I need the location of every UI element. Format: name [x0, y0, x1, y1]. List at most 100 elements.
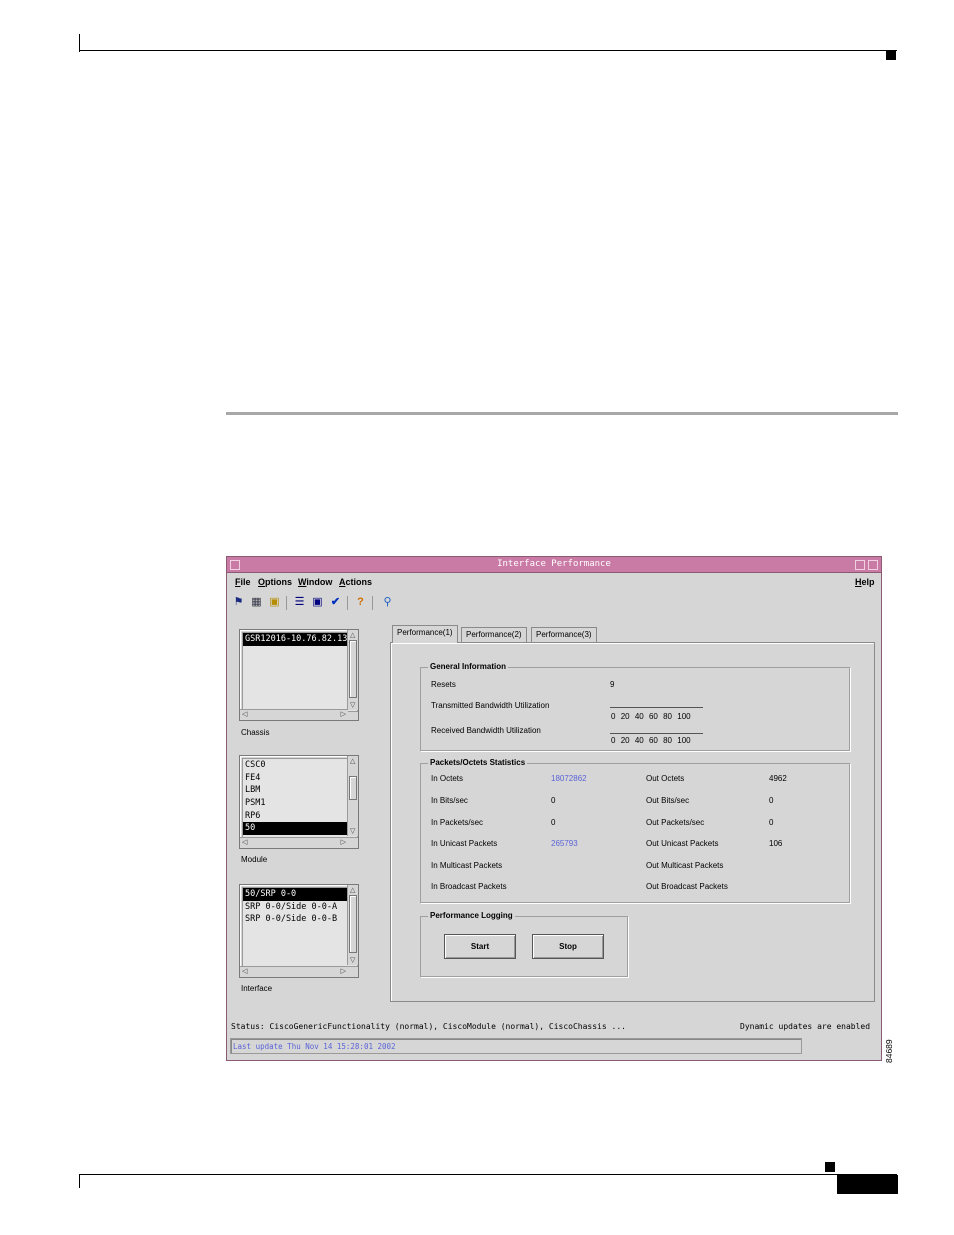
scroll-left-icon[interactable]: ◁ — [242, 710, 247, 718]
tick-label: 80 — [663, 712, 673, 721]
list-item[interactable]: PSM1 — [243, 797, 357, 810]
module-horizontal-scrollbar[interactable]: ◁ ▷ — [240, 837, 348, 848]
list-item[interactable]: FE4 — [243, 772, 357, 785]
footer-marker — [825, 1162, 835, 1172]
scroll-thumb[interactable] — [349, 776, 357, 800]
tick-label: 80 — [663, 736, 673, 745]
interface-horizontal-scrollbar[interactable]: ◁ ▷ — [240, 966, 348, 977]
tick-label: 100 — [677, 712, 691, 721]
scroll-down-icon[interactable]: ▽ — [350, 956, 355, 964]
menu-actions[interactable]: Actions — [339, 577, 372, 587]
resets-label: Resets — [431, 680, 456, 689]
received-bandwidth-label: Received Bandwidth Utilization — [431, 726, 541, 735]
help-icon[interactable]: ? — [353, 595, 368, 610]
transmitted-bandwidth-bar — [610, 707, 703, 708]
module-vertical-scrollbar[interactable]: △ ▽ — [347, 756, 358, 836]
list-item[interactable]: SRP 0-0/Side 0-0-A — [243, 901, 357, 914]
menu-bar: File Options Window Actions Help — [227, 574, 881, 591]
list-item[interactable]: GSR12016-10.76.82.138 — [243, 633, 352, 646]
in-bits-label: In Bits/sec — [431, 796, 468, 805]
scroll-up-icon[interactable]: △ — [350, 757, 355, 765]
received-scale: 0 20 40 60 80 100 — [611, 736, 691, 745]
in-packets-label: In Packets/sec — [431, 818, 484, 827]
in-broadcast-label: In Broadcast Packets — [431, 882, 507, 891]
tick-label: 100 — [677, 736, 691, 745]
list-item[interactable]: 50 — [243, 822, 347, 836]
dynamic-updates-text: Dynamic updates are enabled — [740, 1022, 871, 1031]
resets-value: 9 — [610, 680, 615, 689]
tab-performance-3[interactable]: Performance(3) — [531, 627, 597, 642]
performance-logging-title: Performance Logging — [428, 911, 515, 920]
footer-page-block — [837, 1175, 898, 1194]
list-icon[interactable]: ☰ — [292, 595, 307, 610]
menu-help[interactable]: Help — [855, 577, 875, 587]
list-item[interactable]: RP6 — [243, 810, 357, 823]
interface-performance-window: Interface Performance File Options Windo… — [226, 556, 882, 1061]
scroll-down-icon[interactable]: ▽ — [350, 827, 355, 835]
monitor-icon[interactable]: ▣ — [310, 595, 325, 610]
tick-label: 0 — [611, 736, 616, 745]
footer-left-tick — [79, 1174, 80, 1188]
figure-icon[interactable]: ⚑ — [231, 595, 246, 610]
list-item[interactable]: SRP 0-0/Side 0-0-B — [243, 913, 357, 926]
out-broadcast-label: Out Broadcast Packets — [646, 882, 728, 891]
in-octets-value[interactable]: 18072862 — [551, 774, 587, 783]
scroll-right-icon[interactable]: ▷ — [341, 967, 346, 975]
interface-list[interactable]: 50/SRP 0-0 SRP 0-0/Side 0-0-A SRP 0-0/Si… — [239, 884, 359, 978]
tick-label: 20 — [620, 736, 630, 745]
tab-performance-1[interactable]: Performance(1) — [392, 625, 458, 643]
chassis-vertical-scrollbar[interactable]: △ ▽ — [347, 630, 358, 710]
maximize-button[interactable] — [868, 560, 878, 570]
in-bits-value: 0 — [551, 796, 556, 805]
scroll-right-icon[interactable]: ▷ — [341, 838, 346, 846]
toolbar-separator — [286, 596, 287, 610]
in-packets-value: 0 — [551, 818, 556, 827]
scroll-up-icon[interactable]: △ — [350, 631, 355, 639]
scroll-thumb[interactable] — [349, 895, 357, 953]
general-information-title: General Information — [428, 662, 509, 671]
section-divider — [226, 412, 898, 415]
interface-vertical-scrollbar[interactable]: △ ▽ — [347, 885, 358, 965]
checkmark-icon[interactable]: ✔ — [328, 595, 343, 610]
scroll-right-icon[interactable]: ▷ — [341, 710, 346, 718]
scroll-left-icon[interactable]: ◁ — [242, 838, 247, 846]
stop-button[interactable]: Stop — [532, 934, 604, 959]
scroll-down-icon[interactable]: ▽ — [350, 701, 355, 709]
last-update-field: Last update Thu Nov 14 15:28:01 2002 — [230, 1038, 802, 1054]
out-unicast-label: Out Unicast Packets — [646, 839, 719, 848]
tick-label: 40 — [634, 712, 644, 721]
module-list-items: CSC0 FE4 LBM PSM1 RP6 50 — [242, 758, 358, 838]
chassis-horizontal-scrollbar[interactable]: ◁ ▷ — [240, 709, 348, 720]
received-bandwidth-bar — [610, 733, 703, 734]
tab-performance-2[interactable]: Performance(2) — [461, 627, 527, 642]
chassis-list[interactable]: GSR12016-10.76.82.138 △ ▽ ◁ ▷ — [239, 629, 359, 721]
menu-options[interactable]: Options — [258, 577, 292, 587]
out-packets-value: 0 — [769, 818, 774, 827]
menu-file[interactable]: File — [235, 577, 251, 587]
out-octets-value: 4962 — [769, 774, 787, 783]
list-item[interactable]: CSC0 — [243, 759, 357, 772]
minimize-button[interactable] — [855, 560, 865, 570]
out-packets-label: Out Packets/sec — [646, 818, 705, 827]
in-multicast-label: In Multicast Packets — [431, 861, 503, 870]
out-unicast-value: 106 — [769, 839, 783, 848]
title-bar[interactable]: Interface Performance — [227, 557, 881, 573]
scroll-up-icon[interactable]: △ — [350, 886, 355, 894]
header-rule — [79, 50, 897, 51]
devices-icon[interactable]: ▦ — [249, 595, 264, 610]
list-item[interactable]: 50/SRP 0-0 — [243, 888, 347, 901]
transmitted-bandwidth-label: Transmitted Bandwidth Utilization — [431, 701, 550, 710]
toolbar-separator — [347, 596, 348, 610]
chassis-list-items: GSR12016-10.76.82.138 — [242, 632, 358, 712]
list-item[interactable]: LBM — [243, 784, 357, 797]
module-list[interactable]: CSC0 FE4 LBM PSM1 RP6 50 △ ▽ ◁ ▷ — [239, 755, 359, 849]
status-text: Status: CiscoGenericFunctionality (norma… — [231, 1022, 626, 1031]
scroll-left-icon[interactable]: ◁ — [242, 967, 247, 975]
menu-window[interactable]: Window — [298, 577, 332, 587]
in-unicast-value[interactable]: 265793 — [551, 839, 578, 848]
folder-icon[interactable]: ▣ — [267, 595, 282, 610]
pin-icon[interactable]: ⚲ — [380, 595, 395, 610]
start-button[interactable]: Start — [444, 934, 516, 959]
scroll-thumb[interactable] — [349, 640, 357, 698]
toolbar-separator — [372, 596, 373, 610]
